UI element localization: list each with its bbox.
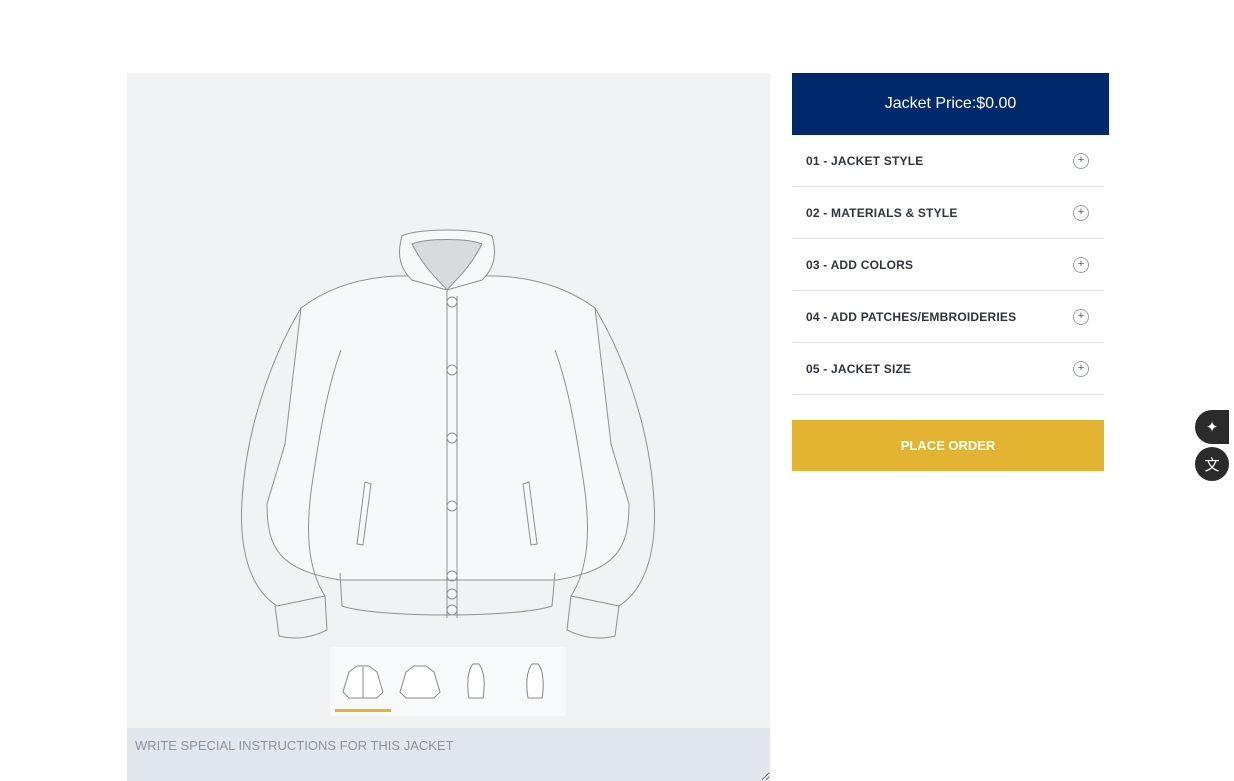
plus-icon[interactable]: +	[1073, 256, 1089, 273]
accordion-label: 02 - MATERIALS & STYLE	[806, 205, 958, 220]
view-thumbnails	[330, 647, 566, 716]
thumbnail-front-view[interactable]	[334, 652, 391, 712]
plus-icon[interactable]: +	[1073, 308, 1089, 325]
customization-accordion: 01 - JACKET STYLE + 02 - MATERIALS & STY…	[792, 135, 1104, 395]
accordion-add-colors[interactable]: 03 - ADD COLORS +	[792, 239, 1104, 291]
jacket-front-illustration	[241, 229, 655, 639]
accordion-label: 01 - JACKET STYLE	[806, 153, 924, 168]
sparkle-icon[interactable]: ✦	[1195, 410, 1229, 444]
place-order-button[interactable]: PLACE ORDER	[792, 420, 1104, 471]
plus-icon[interactable]: +	[1073, 360, 1089, 377]
plus-icon[interactable]: +	[1073, 152, 1089, 169]
plus-icon[interactable]: +	[1073, 204, 1089, 221]
accordion-materials-style[interactable]: 02 - MATERIALS & STYLE +	[792, 187, 1104, 239]
jacket-right-thumb-icon	[525, 663, 544, 698]
special-instructions-input[interactable]	[127, 728, 770, 781]
jacket-price-label: Jacket Price:$0.00	[884, 95, 1017, 112]
jacket-price-bar: Jacket Price:$0.00	[792, 73, 1109, 135]
translate-icon[interactable]: 文	[1195, 447, 1229, 481]
accordion-label: 05 - JACKET SIZE	[806, 361, 912, 376]
thumbnail-left-view[interactable]	[449, 652, 505, 712]
jacket-left-thumb-icon	[466, 663, 485, 698]
accordion-label: 03 - ADD COLORS	[806, 257, 914, 272]
accordion-jacket-style[interactable]: 01 - JACKET STYLE +	[792, 135, 1104, 187]
accordion-label: 04 - ADD PATCHES/EMBROIDERIES	[806, 309, 1017, 324]
jacket-preview-panel	[127, 73, 770, 781]
thumbnail-right-view[interactable]	[506, 652, 562, 712]
jacket-back-thumb-icon	[398, 665, 441, 698]
accordion-jacket-size[interactable]: 05 - JACKET SIZE +	[792, 343, 1104, 395]
accordion-add-patches[interactable]: 04 - ADD PATCHES/EMBROIDERIES +	[792, 291, 1104, 343]
thumbnail-back-view[interactable]	[392, 652, 448, 712]
jacket-front-thumb-icon	[341, 665, 384, 698]
